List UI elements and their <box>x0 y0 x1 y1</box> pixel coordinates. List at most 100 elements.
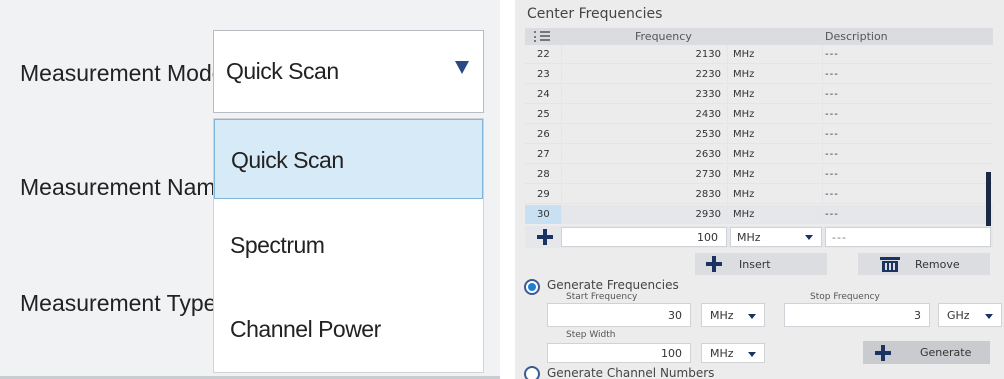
row-unit: MHz <box>733 189 755 200</box>
row-frequency: 2730 <box>695 169 721 180</box>
table-row[interactable]: 30 2930 MHz --- <box>525 205 993 224</box>
dropdown-option-channel-power[interactable]: Channel Power <box>214 289 483 369</box>
step-width-unit: MHz <box>710 347 734 360</box>
new-description-input[interactable]: --- <box>825 227 991 247</box>
measurement-mode-select[interactable]: Quick Scan <box>213 30 484 113</box>
row-unit: MHz <box>733 49 755 60</box>
remove-button[interactable]: Remove <box>858 253 990 275</box>
table-row[interactable]: 26 2530 MHz --- <box>525 125 993 144</box>
row-unit: MHz <box>733 69 755 80</box>
measurement-mode-value: Quick Scan <box>226 58 339 84</box>
table-row[interactable]: 25 2430 MHz --- <box>525 105 993 124</box>
table-row[interactable]: 29 2830 MHz --- <box>525 185 993 204</box>
generate-channel-numbers-label[interactable]: Generate Channel Numbers <box>547 366 714 379</box>
row-frequency: 2430 <box>695 109 721 120</box>
generate-channel-numbers-radio[interactable] <box>524 366 540 379</box>
caret-down-icon <box>805 235 813 240</box>
table-header: Frequency Description <box>525 28 993 45</box>
step-width-input[interactable]: 100 <box>547 343 691 363</box>
column-header-frequency[interactable]: Frequency <box>635 30 692 43</box>
start-frequency-unit: MHz <box>710 309 734 322</box>
dropdown-option-label: Channel Power <box>230 316 381 342</box>
caret-down-icon <box>748 352 756 357</box>
table-row[interactable]: 23 2230 MHz --- <box>525 65 993 84</box>
row-description: --- <box>825 49 839 60</box>
measurement-mode-label: Measurement Mode <box>20 60 225 86</box>
column-separator <box>822 185 823 204</box>
row-frequency: 2530 <box>695 129 721 140</box>
column-header-description[interactable]: Description <box>825 30 888 43</box>
plus-icon <box>875 345 891 361</box>
column-separator <box>822 45 823 64</box>
row-frequency: 2330 <box>695 89 721 100</box>
row-description: --- <box>825 169 839 180</box>
measurement-type-label: Measurement Type <box>20 290 217 316</box>
column-separator <box>727 185 728 204</box>
generate-frequencies-label[interactable]: Generate Frequencies <box>547 278 679 292</box>
column-separator <box>561 45 562 64</box>
dropdown-option-label: Spectrum <box>230 232 325 258</box>
row-frequency: 2830 <box>695 189 721 200</box>
column-separator <box>561 125 562 144</box>
row-unit: MHz <box>733 129 755 140</box>
row-frequency: 2630 <box>695 149 721 160</box>
chevron-down-icon[interactable] <box>455 61 469 74</box>
column-separator <box>822 125 823 144</box>
column-separator <box>727 165 728 184</box>
row-unit: MHz <box>733 109 755 120</box>
stop-frequency-unit-select[interactable]: GHz <box>938 303 1002 327</box>
column-separator <box>822 65 823 84</box>
table-scrollbar[interactable] <box>986 172 991 229</box>
trash-icon <box>880 257 900 272</box>
center-frequencies-panel: Center Frequencies Frequency Description… <box>515 0 1004 379</box>
dropdown-option-spectrum[interactable]: Spectrum <box>214 205 483 285</box>
measurement-mode-dropdown: Quick Scan Spectrum Channel Power <box>213 118 484 373</box>
column-separator <box>822 145 823 164</box>
row-index: 25 <box>537 109 550 120</box>
new-row-entry: 100 MHz --- <box>525 226 993 248</box>
row-description: --- <box>825 69 839 80</box>
column-separator <box>561 65 562 84</box>
row-unit: MHz <box>733 89 755 100</box>
row-frequency: 2930 <box>695 209 721 220</box>
row-description: --- <box>825 109 839 120</box>
column-separator <box>727 125 728 144</box>
generate-button[interactable]: Generate <box>863 341 990 364</box>
table-row[interactable]: 24 2330 MHz --- <box>525 85 993 104</box>
step-width-unit-select[interactable]: MHz <box>701 343 765 363</box>
remove-button-label: Remove <box>915 258 960 271</box>
section-title: Center Frequencies <box>527 6 663 22</box>
stop-frequency-value: 3 <box>914 309 921 322</box>
row-index: 22 <box>537 49 550 60</box>
caret-down-icon <box>748 314 756 319</box>
new-frequency-input[interactable]: 100 <box>561 227 727 247</box>
table-row[interactable]: 27 2630 MHz --- <box>525 145 993 164</box>
insert-button[interactable]: Insert <box>695 253 827 275</box>
column-separator <box>561 205 562 224</box>
new-frequency-value: 100 <box>697 231 718 244</box>
column-separator <box>822 165 823 184</box>
row-description: --- <box>825 89 839 100</box>
column-settings-icon[interactable] <box>534 31 550 42</box>
row-index: 30 <box>537 209 550 220</box>
start-frequency-unit-select[interactable]: MHz <box>701 303 765 327</box>
generate-frequencies-radio[interactable] <box>524 279 540 295</box>
stop-frequency-unit: GHz <box>947 309 970 322</box>
new-unit-select[interactable]: MHz <box>730 227 822 247</box>
start-frequency-label: Start Frequency <box>566 292 638 302</box>
start-frequency-input[interactable]: 30 <box>547 303 691 327</box>
table-row[interactable]: 22 2130 MHz --- <box>525 45 993 64</box>
caret-down-icon <box>985 314 993 319</box>
dropdown-option-label: Quick Scan <box>231 147 344 173</box>
row-description: --- <box>825 189 839 200</box>
measurement-settings-panel: Measurement Mode Measurement Name Measur… <box>0 0 500 379</box>
column-separator <box>822 205 823 224</box>
column-separator <box>561 85 562 104</box>
dropdown-option-quick-scan[interactable]: Quick Scan <box>214 119 483 199</box>
row-index: 23 <box>537 69 550 80</box>
column-separator <box>727 145 728 164</box>
add-row-plus-icon[interactable] <box>537 229 553 245</box>
insert-button-label: Insert <box>739 258 771 271</box>
table-row[interactable]: 28 2730 MHz --- <box>525 165 993 184</box>
stop-frequency-input[interactable]: 3 <box>784 303 930 327</box>
